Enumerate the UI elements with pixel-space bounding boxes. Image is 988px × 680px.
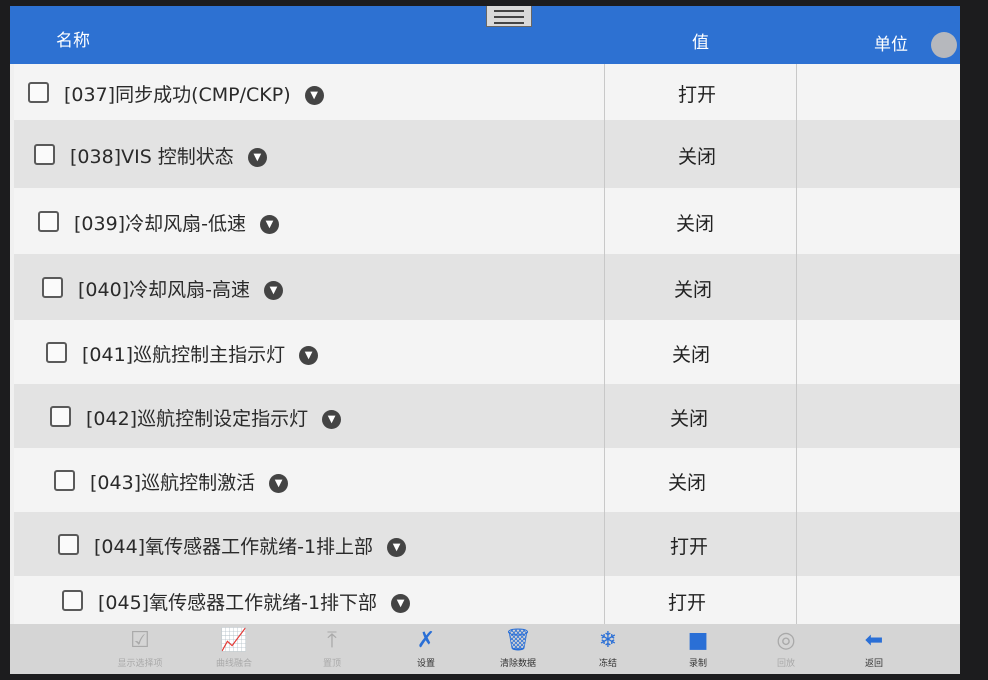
row-dropdown-icon[interactable]: ▼ xyxy=(299,346,319,365)
toolbar-label: 设置 xyxy=(416,659,435,669)
row-value: 关闭 xyxy=(672,344,711,366)
pull-down-handle[interactable] xyxy=(486,6,532,27)
toolbar-label: 返回 xyxy=(864,659,883,669)
row-dropdown-icon[interactable]: ▼ xyxy=(322,410,342,429)
row-name-text: [038]VIS 控制状态 xyxy=(70,146,234,168)
table-row[interactable]: [041]巡航控制主指示灯 ▼ 关闭 xyxy=(14,320,960,385)
row-checkbox[interactable] xyxy=(28,82,49,103)
table-row[interactable]: [042]巡航控制设定指示灯 ▼ 关闭 xyxy=(14,384,960,449)
row-value: 关闭 xyxy=(676,213,715,235)
column-header-unit: 单位 xyxy=(874,35,908,55)
row-value: 打开 xyxy=(678,84,717,106)
row-checkbox[interactable] xyxy=(54,470,75,491)
toolbar-label: 置顶 xyxy=(322,659,341,669)
toolbar-label: 清除数据 xyxy=(499,659,536,669)
table-row[interactable]: [038]VIS 控制状态 ▼ 关闭 xyxy=(14,120,960,189)
row-name: [041]巡航控制主指示灯 ▼ xyxy=(82,340,319,367)
chart-icon: 📈 xyxy=(220,628,248,653)
row-name-text: [040]冷却风扇-高速 xyxy=(78,279,250,301)
row-checkbox[interactable] xyxy=(46,342,67,363)
toolbar-button-trash[interactable]: 🗑 清除数据 xyxy=(478,628,558,669)
toolbar-button-pin-top[interactable]: ⤒ 置顶 xyxy=(292,628,372,669)
table-row[interactable]: [039]冷却风扇-低速 ▼ 关闭 xyxy=(14,188,960,255)
row-value: 关闭 xyxy=(674,279,713,301)
row-name: [037]同步成功(CMP/CKP) ▼ xyxy=(64,80,324,107)
toolbar-button-playback[interactable]: ◎ 回放 xyxy=(746,628,826,669)
row-name-text: [037]同步成功(CMP/CKP) xyxy=(64,84,291,106)
row-name-text: [042]巡航控制设定指示灯 xyxy=(86,408,309,430)
toolbar-label: 回放 xyxy=(776,659,795,669)
row-name-text: [043]巡航控制激活 xyxy=(90,472,256,494)
row-name-text: [044]氧传感器工作就绪-1排上部 xyxy=(94,536,374,558)
table-row[interactable]: [040]冷却风扇-高速 ▼ 关闭 xyxy=(14,254,960,321)
row-dropdown-icon[interactable]: ▼ xyxy=(263,281,283,300)
row-dropdown-icon[interactable]: ▼ xyxy=(391,594,411,613)
data-stream-list: [037]同步成功(CMP/CKP) ▼ 打开 [038]VIS 控制状态 ▼ 关闭 [03… xyxy=(14,64,960,625)
column-divider xyxy=(796,64,797,624)
row-name-text: [041]巡航控制主指示灯 xyxy=(82,344,286,366)
row-checkbox[interactable] xyxy=(62,590,83,611)
column-header-name: 名称 xyxy=(56,31,90,51)
bottom-toolbar: ☑ 显示选择项 📈 曲线融合 ⤒ 置顶 ✗ 设置 🗑 清除数据 ❄ 冻结 ■ 录制 ◎ 回放 ⬅ 返回 xyxy=(10,624,960,674)
toolbar-button-checkbox[interactable]: ☑ 显示选择项 xyxy=(100,628,180,669)
column-divider xyxy=(604,64,605,624)
row-value: 关闭 xyxy=(670,408,709,430)
playback-icon: ◎ xyxy=(776,628,796,653)
row-name: [045]氧传感器工作就绪-1排下部 ▼ xyxy=(98,588,411,615)
trash-icon: 🗑 xyxy=(504,628,532,653)
table-row[interactable]: [037]同步成功(CMP/CKP) ▼ 打开 xyxy=(14,64,960,121)
row-name: [038]VIS 控制状态 ▼ xyxy=(70,142,267,169)
row-checkbox[interactable] xyxy=(42,277,63,298)
toolbar-button-wrench[interactable]: ✗ 设置 xyxy=(386,628,466,669)
toolbar-button-chart[interactable]: 📈 曲线融合 xyxy=(194,628,274,669)
row-checkbox[interactable] xyxy=(38,211,59,232)
pin-top-icon: ⤒ xyxy=(327,628,337,653)
row-name: [042]巡航控制设定指示灯 ▼ xyxy=(86,404,342,431)
back-arrow-icon: ⬅ xyxy=(864,628,884,653)
row-checkbox[interactable] xyxy=(58,534,79,555)
snowflake-icon: ❄ xyxy=(598,628,618,653)
video-camera-icon: ■ xyxy=(687,628,709,653)
wrench-icon: ✗ xyxy=(416,628,436,653)
row-name: [040]冷却风扇-高速 ▼ xyxy=(78,275,283,302)
row-name: [039]冷却风扇-低速 ▼ xyxy=(74,209,279,236)
row-dropdown-icon[interactable]: ▼ xyxy=(259,215,279,234)
row-value: 关闭 xyxy=(668,472,707,494)
screen: 名称 值 单位 [037]同步成功(CMP/CKP) ▼ 打开 [038]VIS 控制… xyxy=(10,6,960,674)
row-name: [044]氧传感器工作就绪-1排上部 ▼ xyxy=(94,532,407,559)
table-row[interactable]: [044]氧传感器工作就绪-1排上部 ▼ 打开 xyxy=(14,512,960,577)
column-header-value: 值 xyxy=(692,33,709,53)
row-name-text: [045]氧传感器工作就绪-1排下部 xyxy=(98,592,378,614)
row-name: [043]巡航控制激活 ▼ xyxy=(90,468,289,495)
row-checkbox[interactable] xyxy=(50,406,71,427)
row-dropdown-icon[interactable]: ▼ xyxy=(304,86,324,105)
row-dropdown-icon[interactable]: ▼ xyxy=(269,474,289,493)
table-row[interactable]: [045]氧传感器工作就绪-1排下部 ▼ 打开 xyxy=(14,576,960,625)
row-value: 打开 xyxy=(670,536,709,558)
row-dropdown-icon[interactable]: ▼ xyxy=(387,538,407,557)
toolbar-button-video-camera[interactable]: ■ 录制 xyxy=(658,628,738,669)
row-name-text: [039]冷却风扇-低速 xyxy=(74,213,246,235)
floating-scroll-button[interactable] xyxy=(928,22,960,68)
toolbar-button-snowflake[interactable]: ❄ 冻结 xyxy=(568,628,648,669)
toolbar-button-back-arrow[interactable]: ⬅ 返回 xyxy=(834,628,914,669)
toolbar-label: 曲线融合 xyxy=(215,659,252,669)
toolbar-label: 录制 xyxy=(688,659,707,669)
table-header: 名称 值 单位 xyxy=(10,6,960,64)
table-row[interactable]: [043]巡航控制激活 ▼ 关闭 xyxy=(14,448,960,513)
row-value: 关闭 xyxy=(678,146,717,168)
checkbox-icon: ☑ xyxy=(130,628,150,653)
row-checkbox[interactable] xyxy=(34,144,55,165)
toolbar-label: 冻结 xyxy=(598,659,617,669)
row-value: 打开 xyxy=(668,592,707,614)
toolbar-label: 显示选择项 xyxy=(117,659,163,669)
row-dropdown-icon[interactable]: ▼ xyxy=(247,148,267,167)
